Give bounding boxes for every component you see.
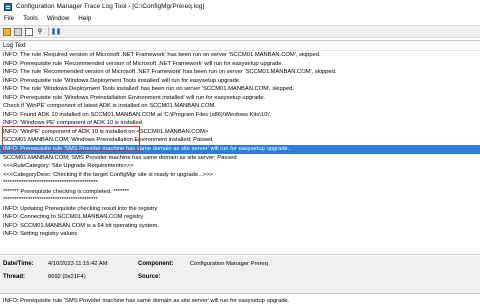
menu-tools[interactable]: Tools [23, 15, 38, 22]
copy-icon[interactable] [25, 27, 33, 36]
thread-label: Thread: [3, 274, 26, 280]
log-text-column-header[interactable]: Log Text [0, 41, 480, 51]
log-row[interactable]: INFO: SCCM01.MANBAN.COM is a 64 bit oper… [0, 222, 480, 231]
source-label: Source: [138, 274, 161, 280]
log-row[interactable]: INFO: Prerequisite rule 'Windows Preinst… [0, 94, 480, 103]
details-pane: Date/Time: 4/10/2023 11:15:42 AM Compone… [0, 256, 480, 293]
log-row[interactable]: INFO: Prerequisite rule 'Windows Deploym… [0, 77, 480, 86]
log-row[interactable]: INFO: Connecting to SCCM01.MANBAN.COM re… [0, 213, 480, 222]
window-title: Configuration Manager Trace Log Tool - [… [16, 3, 205, 10]
datetime-label: Date/Time: [3, 261, 34, 267]
log-row[interactable]: INFO: The rule 'Required version of Micr… [0, 51, 480, 60]
pause-icon[interactable]: ❚❚ [51, 28, 61, 36]
toolbar: ⚲ ❚❚ [0, 25, 480, 38]
print-icon[interactable] [14, 27, 22, 36]
status-text: INFO: Prerequisite rule 'SMS Provider ma… [3, 297, 290, 304]
log-row[interactable]: Check if 'WinPE' component of latest ADK… [0, 102, 480, 111]
log-row[interactable]: ****************************************… [0, 196, 480, 205]
log-row[interactable]: ****************************************… [0, 179, 480, 188]
find-icon[interactable]: ⚲ [36, 28, 44, 36]
component-value: Configuration Manager Prereq [190, 261, 268, 267]
log-row[interactable]: INFO: The rule 'Recommended version of M… [0, 68, 480, 77]
app-log-icon [4, 2, 12, 11]
log-row[interactable]: <<<RuleCategory: Site Upgrade Requiremen… [0, 162, 480, 171]
datetime-value: 4/10/2023 11:15:42 AM [48, 261, 108, 267]
thread-value: 8692 (0x21F4) [48, 274, 86, 280]
completion-highlight-box [2, 126, 140, 151]
menu-window[interactable]: Window [47, 15, 69, 22]
log-row[interactable]: <<<CategoryDesc: Checking if the target … [0, 171, 480, 180]
log-row[interactable]: ******* Prerequisite checking is complet… [0, 188, 480, 197]
menu-help[interactable]: Help [78, 15, 91, 22]
log-row[interactable]: INFO: Setting registry values [0, 230, 480, 239]
menu-file[interactable]: File [4, 15, 14, 22]
log-row[interactable]: INFO: Updating Prerequisite checking res… [0, 205, 480, 214]
log-row[interactable]: SCCM01.MANBAN.COM; SMS Provider machine … [0, 154, 480, 163]
log-row[interactable]: INFO: Found ADK 10 installed on SCCM01.M… [0, 111, 480, 120]
log-row[interactable]: INFO: The rule 'Windows Deployment Tools… [0, 85, 480, 94]
status-bar: INFO: Prerequisite rule 'SMS Provider ma… [0, 293, 480, 307]
log-row[interactable]: INFO: Prerequisite rule 'Recommended ver… [0, 60, 480, 69]
menu-bar: File Tools Window Help [0, 13, 480, 24]
toolbar-separator [48, 27, 49, 36]
component-label: Component: [138, 261, 174, 267]
title-bar: Configuration Manager Trace Log Tool - [… [0, 0, 480, 13]
open-icon[interactable] [3, 27, 11, 36]
